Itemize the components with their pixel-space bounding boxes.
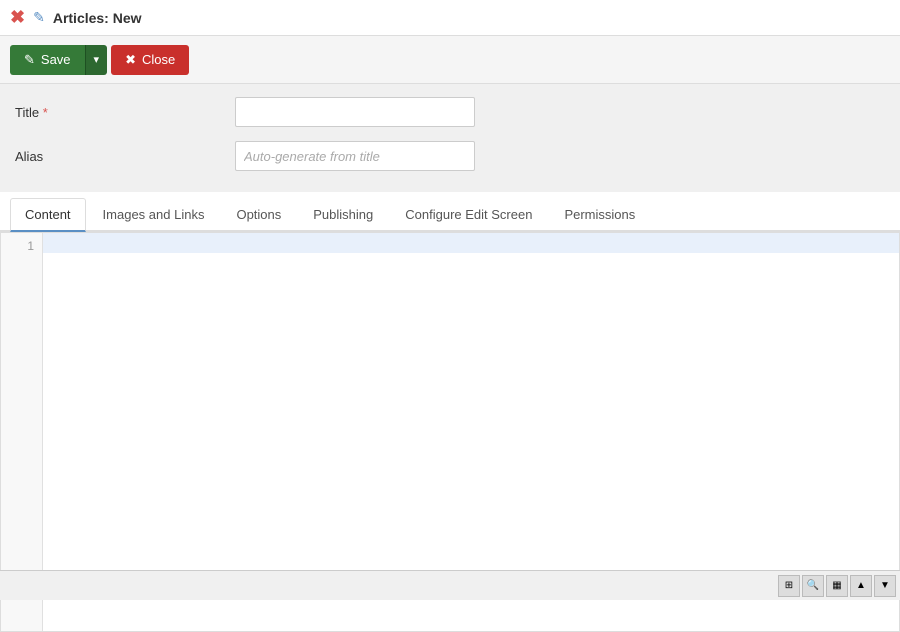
taskbar-btn-3[interactable]: ▦ xyxy=(826,575,848,597)
form-area: Title * Alias xyxy=(0,84,900,192)
alias-row: Alias xyxy=(15,138,885,174)
save-dropdown-button[interactable]: ▾ xyxy=(85,45,108,75)
save-label: Save xyxy=(41,52,71,67)
dropdown-icon: ▾ xyxy=(94,54,100,66)
save-button[interactable]: ✎ Save xyxy=(10,45,85,75)
page-title: Articles: New xyxy=(53,10,142,26)
tab-configure-edit-screen[interactable]: Configure Edit Screen xyxy=(390,198,547,230)
tabs-bar: Content Images and Links Options Publish… xyxy=(0,192,900,232)
header-bar: ✖ ✎ Articles: New xyxy=(0,0,900,36)
taskbar-scroll-down[interactable]: ▼ xyxy=(874,575,896,597)
save-button-group: ✎ Save ▾ xyxy=(10,45,107,75)
alias-label: Alias xyxy=(15,149,235,164)
taskbar: ⊞ 🔍 ▦ ▲ ▼ xyxy=(0,570,900,600)
taskbar-scroll-up[interactable]: ▲ xyxy=(850,575,872,597)
tab-options[interactable]: Options xyxy=(221,198,296,230)
tab-publishing[interactable]: Publishing xyxy=(298,198,388,230)
save-icon: ✎ xyxy=(24,52,35,68)
close-button[interactable]: ✖ Close xyxy=(111,45,189,75)
taskbar-btn-1[interactable]: ⊞ xyxy=(778,575,800,597)
tab-permissions[interactable]: Permissions xyxy=(549,198,650,230)
title-input[interactable] xyxy=(235,97,475,127)
editor-highlight-line xyxy=(43,233,899,253)
close-label: Close xyxy=(142,52,175,67)
title-label: Title * xyxy=(15,105,235,120)
edit-icon: ✎ xyxy=(33,9,45,26)
alias-input[interactable] xyxy=(235,141,475,171)
taskbar-btn-2[interactable]: 🔍 xyxy=(802,575,824,597)
tab-images-and-links[interactable]: Images and Links xyxy=(88,198,220,230)
required-indicator: * xyxy=(43,105,48,120)
line-number-1: 1 xyxy=(9,239,34,253)
tab-content[interactable]: Content xyxy=(10,198,86,232)
toolbar: ✎ Save ▾ ✖ Close xyxy=(0,36,900,84)
title-row: Title * xyxy=(15,94,885,130)
close-icon: ✖ xyxy=(125,52,136,68)
joomla-logo-icon: ✖ xyxy=(10,7,25,28)
